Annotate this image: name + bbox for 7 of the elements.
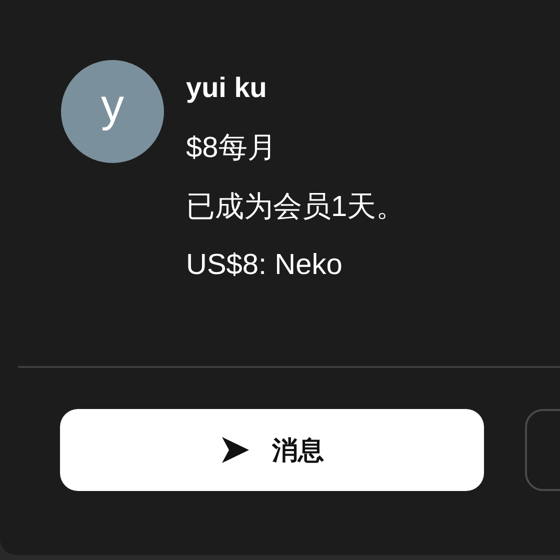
tier-text: US$8: Neko <box>186 248 344 284</box>
send-icon <box>220 435 250 465</box>
message-button[interactable]: 消息 <box>60 409 484 491</box>
duration-text: 已成为会员1天。 <box>186 190 406 224</box>
avatar: y <box>61 60 164 163</box>
member-name: yui ku <box>186 71 268 105</box>
price-text: $8每月 <box>186 130 278 166</box>
